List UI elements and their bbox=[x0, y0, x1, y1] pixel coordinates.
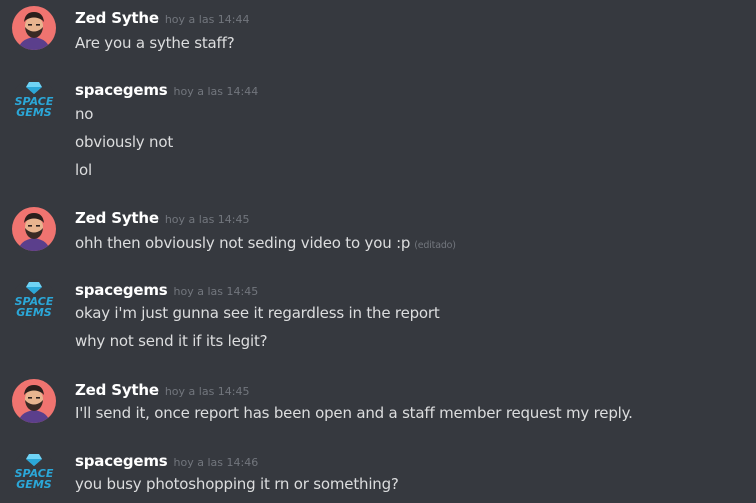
message-header: Zed Sythe hoy a las 14:44 bbox=[75, 7, 250, 29]
timestamp: hoy a las 14:45 bbox=[173, 285, 259, 298]
username[interactable]: Zed Sythe bbox=[75, 381, 159, 399]
avatar[interactable] bbox=[12, 207, 56, 251]
username[interactable]: Zed Sythe bbox=[75, 209, 159, 227]
message-text: lol bbox=[75, 161, 92, 179]
message-header: Zed Sythe hoy a las 14:45 bbox=[75, 379, 250, 401]
avatar[interactable]: SPACE GEMS bbox=[12, 451, 56, 495]
svg-text:GEMS: GEMS bbox=[16, 306, 51, 319]
timestamp: hoy a las 14:44 bbox=[164, 13, 250, 26]
space-gems-logo-icon: SPACE GEMS bbox=[12, 79, 56, 123]
message-text: no bbox=[75, 105, 94, 123]
space-gems-logo-icon: SPACE GEMS bbox=[12, 279, 56, 323]
avatar[interactable]: SPACE GEMS bbox=[12, 279, 56, 323]
timestamp: hoy a las 14:45 bbox=[164, 213, 250, 226]
avatar[interactable]: SPACE GEMS bbox=[12, 79, 56, 123]
username[interactable]: spacegems bbox=[75, 281, 168, 299]
username[interactable]: spacegems bbox=[75, 452, 168, 470]
message-text: Are you a sythe staff? bbox=[75, 34, 235, 52]
message-text: okay i'm just gunna see it regardless in… bbox=[75, 304, 440, 322]
avatar[interactable] bbox=[12, 6, 56, 50]
message-text: you busy photoshopping it rn or somethin… bbox=[75, 475, 399, 493]
message-text: why not send it if its legit? bbox=[75, 332, 268, 350]
bearded-man-avatar-icon bbox=[12, 207, 56, 251]
message-header: spacegems hoy a las 14:44 bbox=[75, 79, 258, 101]
bearded-man-avatar-icon bbox=[12, 6, 56, 50]
svg-text:GEMS: GEMS bbox=[16, 106, 51, 119]
message-header: spacegems hoy a las 14:46 bbox=[75, 450, 258, 472]
username[interactable]: Zed Sythe bbox=[75, 9, 159, 27]
edited-label: (editado) bbox=[414, 240, 456, 251]
message-header: spacegems hoy a las 14:45 bbox=[75, 279, 258, 301]
timestamp: hoy a las 14:45 bbox=[164, 385, 250, 398]
avatar[interactable] bbox=[12, 379, 56, 423]
bearded-man-avatar-icon bbox=[12, 379, 56, 423]
username[interactable]: spacegems bbox=[75, 81, 168, 99]
timestamp: hoy a las 14:46 bbox=[173, 456, 259, 469]
timestamp: hoy a las 14:44 bbox=[173, 85, 259, 98]
message-body: ohh then obviously not seding video to y… bbox=[75, 234, 411, 252]
svg-text:GEMS: GEMS bbox=[16, 478, 51, 491]
message-text: I'll send it, once report has been open … bbox=[75, 404, 633, 422]
space-gems-logo-icon: SPACE GEMS bbox=[12, 451, 56, 495]
message-header: Zed Sythe hoy a las 14:45 bbox=[75, 207, 250, 229]
message-text: obviously not bbox=[75, 133, 174, 151]
message-text: ohh then obviously not seding video to y… bbox=[75, 233, 456, 256]
